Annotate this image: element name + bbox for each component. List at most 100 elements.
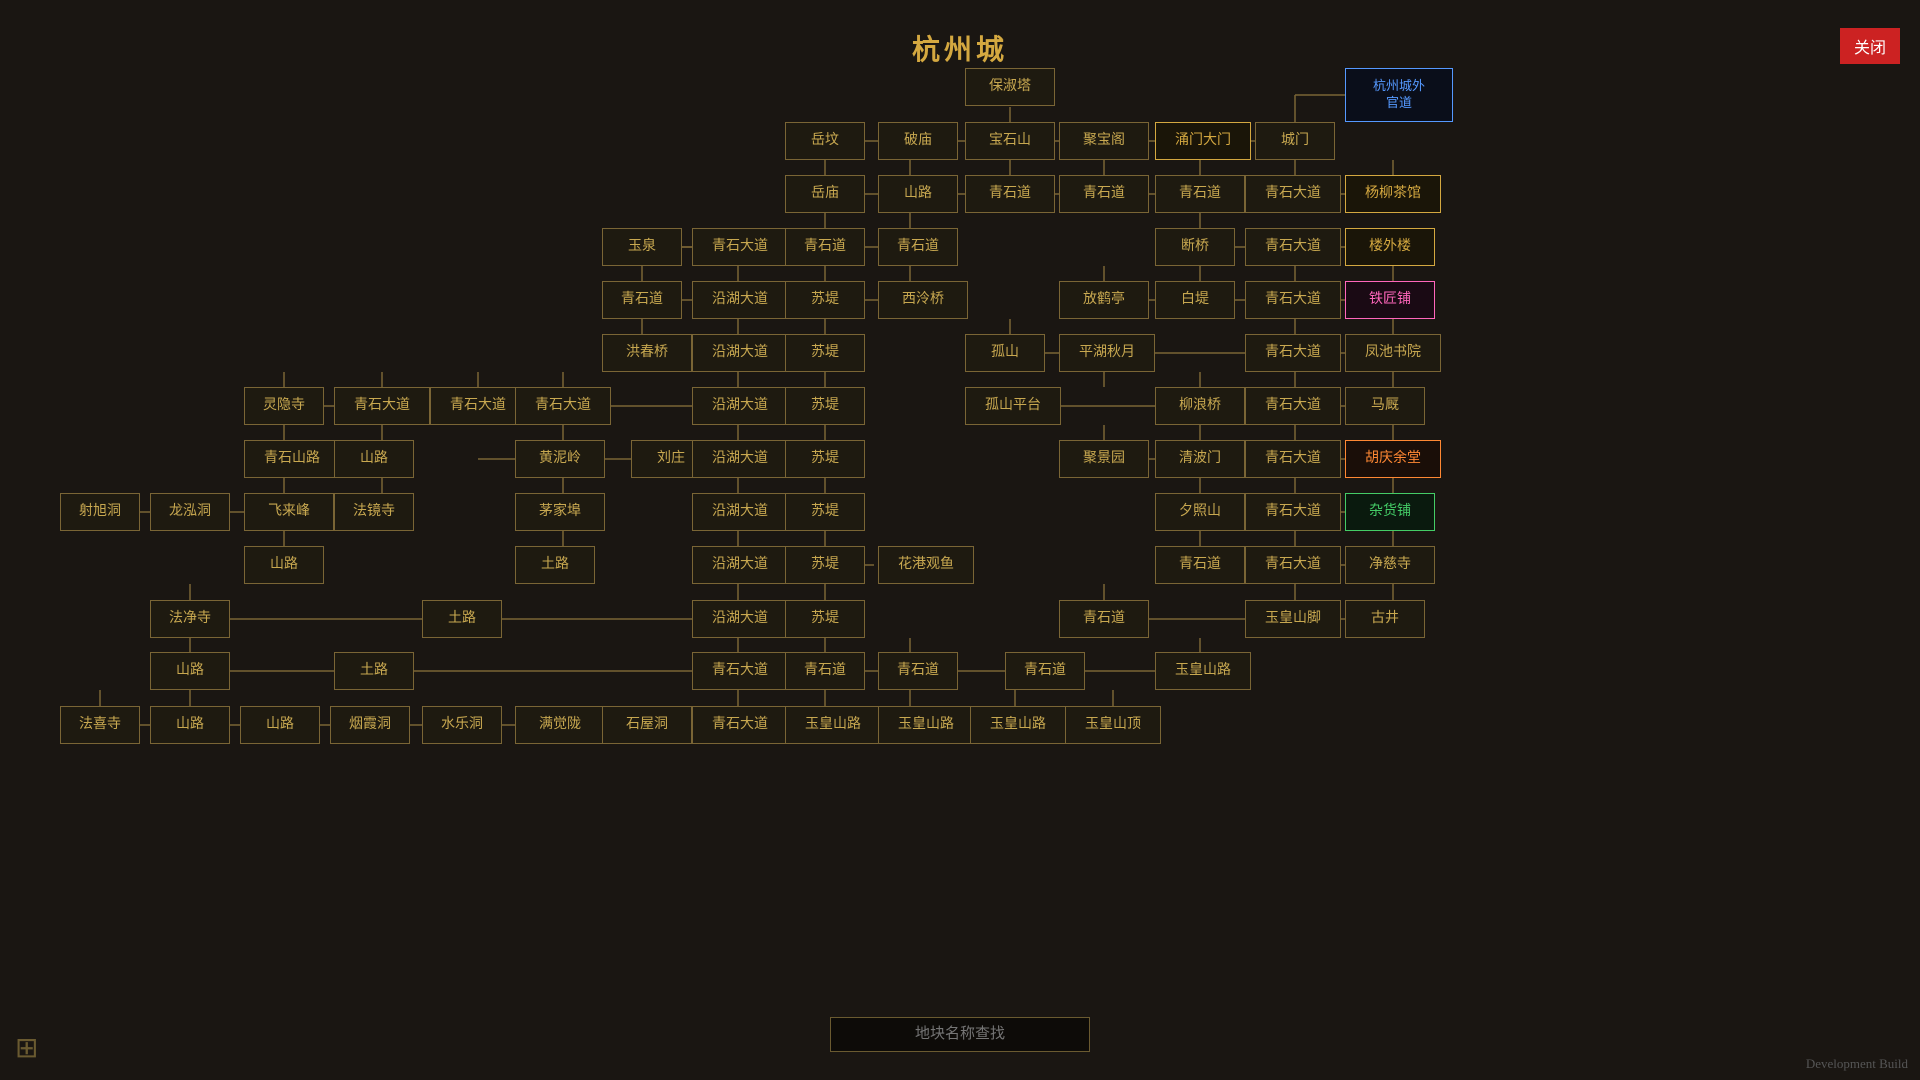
node-qingshidadao5[interactable]: 青石大道 [1245, 334, 1341, 372]
node-baoshuta[interactable]: 保淑塔 [965, 68, 1055, 106]
node-yangliucha[interactable]: 杨柳茶馆 [1345, 175, 1441, 213]
node-hongchunqiao[interactable]: 洪春桥 [602, 334, 692, 372]
node-fahisi[interactable]: 法喜寺 [60, 706, 140, 744]
node-qingshidao11[interactable]: 青石道 [1005, 652, 1085, 690]
node-baidi[interactable]: 白堤 [1155, 281, 1235, 319]
node-sudi2[interactable]: 苏堤 [785, 334, 865, 372]
node-qingshidao3[interactable]: 青石道 [1155, 175, 1245, 213]
node-qingshidadao7[interactable]: 青石大道 [430, 387, 526, 425]
node-yuhuangshanlu4[interactable]: 玉皇山路 [970, 706, 1066, 744]
node-xizhaoshan[interactable]: 夕照山 [1155, 493, 1245, 531]
node-yuhuangshanlu2[interactable]: 玉皇山路 [785, 706, 881, 744]
node-pinghuqiuyue[interactable]: 平湖秋月 [1059, 334, 1155, 372]
node-zahuodian[interactable]: 杂货铺 [1345, 493, 1435, 531]
node-manlongdong[interactable]: 满觉陇 [515, 706, 605, 744]
search-input[interactable] [830, 1017, 1090, 1052]
node-huangniling[interactable]: 黄泥岭 [515, 440, 605, 478]
node-shiwudong[interactable]: 石屋洞 [602, 706, 692, 744]
node-gushanpingtai[interactable]: 孤山平台 [965, 387, 1061, 425]
node-jingcisi[interactable]: 净慈寺 [1345, 546, 1435, 584]
node-louwailou[interactable]: 楼外楼 [1345, 228, 1435, 266]
node-tulu2[interactable]: 土路 [422, 600, 502, 638]
node-qingshidadao3[interactable]: 青石大道 [1245, 228, 1341, 266]
node-qingshidadao14[interactable]: 青石大道 [692, 706, 788, 744]
node-yanhudadao3[interactable]: 沿湖大道 [692, 387, 788, 425]
node-yuhuangshaniding[interactable]: 玉皇山顶 [1065, 706, 1161, 744]
node-qingshidao10[interactable]: 青石道 [878, 652, 958, 690]
node-qingshidao6[interactable]: 青石道 [602, 281, 682, 319]
node-yanhudadao2[interactable]: 沿湖大道 [692, 334, 788, 372]
node-sudi4[interactable]: 苏堤 [785, 440, 865, 478]
node-qingshidao8[interactable]: 青石道 [1059, 600, 1149, 638]
node-sudi3[interactable]: 苏堤 [785, 387, 865, 425]
node-pomiao[interactable]: 破庙 [878, 122, 958, 160]
node-sudi1[interactable]: 苏堤 [785, 281, 865, 319]
node-qingshishan[interactable]: 青石山路 [244, 440, 340, 478]
node-yuejiao[interactable]: 岳坟 [785, 122, 865, 160]
node-fanghetng[interactable]: 放鹤亭 [1059, 281, 1149, 319]
node-mafang[interactable]: 马厩 [1345, 387, 1425, 425]
node-shexudong[interactable]: 射旭洞 [60, 493, 140, 531]
node-chengmen[interactable]: 城门 [1255, 122, 1335, 160]
node-qingshidadao10[interactable]: 青石大道 [1245, 440, 1341, 478]
node-shuiledong[interactable]: 水乐洞 [422, 706, 502, 744]
node-lingyin[interactable]: 灵隐寺 [244, 387, 324, 425]
node-qingbomen[interactable]: 清波门 [1155, 440, 1245, 478]
node-yuemiao[interactable]: 岳庙 [785, 175, 865, 213]
node-yuhuangshanlu[interactable]: 玉皇山路 [1155, 652, 1251, 690]
node-fajingsi[interactable]: 法镜寺 [334, 493, 414, 531]
node-tiedianpu[interactable]: 铁匠铺 [1345, 281, 1435, 319]
node-huqingyu[interactable]: 胡庆余堂 [1345, 440, 1441, 478]
node-fajingsi2[interactable]: 法净寺 [150, 600, 230, 638]
node-qingshidadao12[interactable]: 青石大道 [1245, 546, 1341, 584]
node-tulu3[interactable]: 土路 [334, 652, 414, 690]
node-xilenggiao[interactable]: 西泠桥 [878, 281, 968, 319]
node-yanhudadao5[interactable]: 沿湖大道 [692, 493, 788, 531]
node-qingshidadao9[interactable]: 青石大道 [1245, 387, 1341, 425]
node-gushan[interactable]: 孤山 [965, 334, 1045, 372]
node-huagangguanyu[interactable]: 花港观鱼 [878, 546, 974, 584]
node-yanhudadao4[interactable]: 沿湖大道 [692, 440, 788, 478]
node-qingshidao2[interactable]: 青石道 [1059, 175, 1149, 213]
node-gujing[interactable]: 古井 [1345, 600, 1425, 638]
node-qingshidao1[interactable]: 青石道 [965, 175, 1055, 213]
node-qingshidao4[interactable]: 青石道 [785, 228, 865, 266]
node-yanhudadao7[interactable]: 沿湖大道 [692, 600, 788, 638]
node-yanhudadao1[interactable]: 沿湖大道 [692, 281, 788, 319]
node-qingshidao9[interactable]: 青石道 [785, 652, 865, 690]
node-yuhuangshanlu3[interactable]: 玉皇山路 [878, 706, 974, 744]
node-feilaifeng[interactable]: 飞来峰 [244, 493, 334, 531]
node-qingshidadao4[interactable]: 青石大道 [1245, 281, 1341, 319]
node-yuhuangshaniao[interactable]: 玉皇山脚 [1245, 600, 1341, 638]
node-shanlu3[interactable]: 山路 [244, 546, 324, 584]
node-jujingyuan[interactable]: 聚景园 [1059, 440, 1149, 478]
node-shanlu1[interactable]: 山路 [878, 175, 958, 213]
node-shanlu5[interactable]: 山路 [150, 706, 230, 744]
node-qingshidadao6[interactable]: 青石大道 [334, 387, 430, 425]
node-qingshidao5[interactable]: 青石道 [878, 228, 958, 266]
node-hangzhouchengwai[interactable]: 杭州城外 官道 [1345, 68, 1453, 122]
node-qingshidadao8[interactable]: 青石大道 [515, 387, 611, 425]
node-yuquan[interactable]: 玉泉 [602, 228, 682, 266]
node-sudi6[interactable]: 苏堤 [785, 546, 865, 584]
node-qingshidadao11[interactable]: 青石大道 [1245, 493, 1341, 531]
close-button[interactable]: 关闭 [1840, 28, 1900, 64]
node-tulu1[interactable]: 土路 [515, 546, 595, 584]
node-shanlu6[interactable]: 山路 [240, 706, 320, 744]
node-jubaoге[interactable]: 聚宝阁 [1059, 122, 1149, 160]
node-yanhudadao6[interactable]: 沿湖大道 [692, 546, 788, 584]
node-qingshidadao13[interactable]: 青石大道 [692, 652, 788, 690]
node-yanwudong[interactable]: 烟霞洞 [330, 706, 410, 744]
node-fengchishuyuan[interactable]: 凤池书院 [1345, 334, 1441, 372]
node-qingshidadao2[interactable]: 青石大道 [692, 228, 788, 266]
node-qingshidao7[interactable]: 青石道 [1155, 546, 1245, 584]
node-baoshishan[interactable]: 宝石山 [965, 122, 1055, 160]
node-duanqiao[interactable]: 断桥 [1155, 228, 1235, 266]
node-sudi7[interactable]: 苏堤 [785, 600, 865, 638]
node-shanlu2[interactable]: 山路 [334, 440, 414, 478]
node-longhudong[interactable]: 龙泓洞 [150, 493, 230, 531]
node-sudi5[interactable]: 苏堤 [785, 493, 865, 531]
node-shanlu4[interactable]: 山路 [150, 652, 230, 690]
node-maojiabu[interactable]: 茅家埠 [515, 493, 605, 531]
node-liulangqiao[interactable]: 柳浪桥 [1155, 387, 1245, 425]
